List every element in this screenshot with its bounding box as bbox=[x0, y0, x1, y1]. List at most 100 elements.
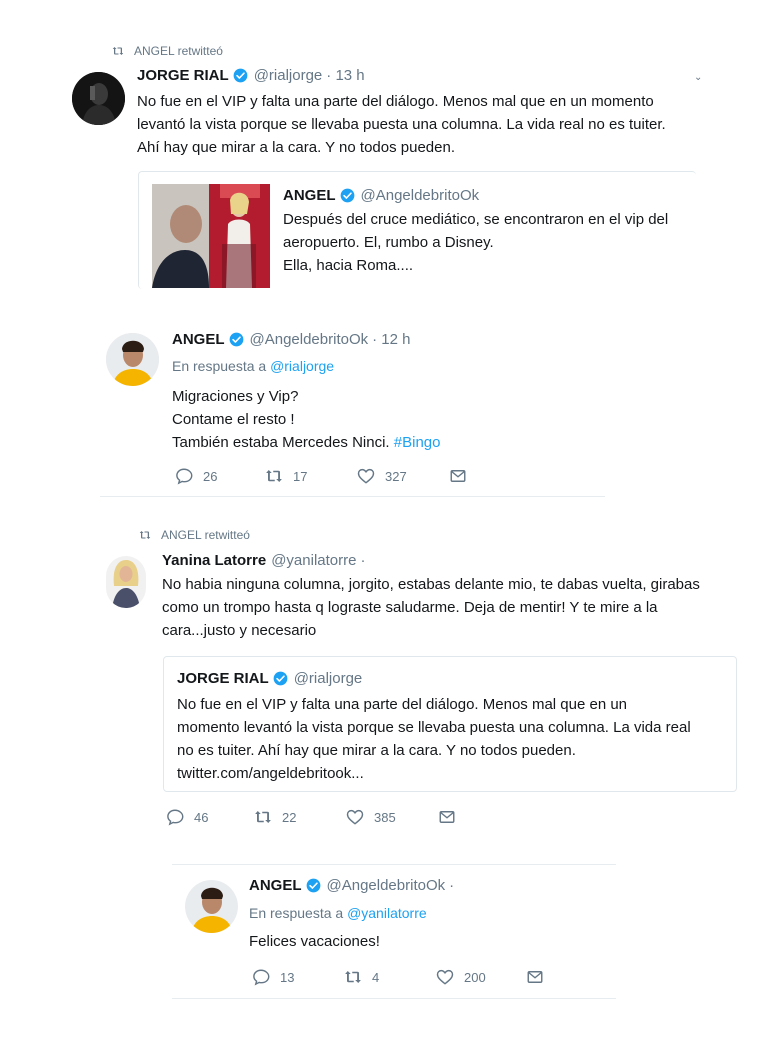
timestamp[interactable]: · 12 h bbox=[372, 331, 410, 348]
heart-icon bbox=[436, 968, 454, 986]
timestamp[interactable]: · 13 h bbox=[326, 67, 364, 84]
retweet-button[interactable]: 4 bbox=[344, 968, 436, 986]
quoted-author-name[interactable]: JORGE RIAL bbox=[177, 670, 269, 687]
quoted-tweet-card[interactable]: JORGE RIAL @rialjorge No fue en el VIP y… bbox=[163, 656, 737, 792]
quoted-tweet-card[interactable]: ANGEL @AngeldebritoOk Después del cruce … bbox=[138, 171, 696, 289]
text-line: no es tuiter. Ahí hay que mirar a la car… bbox=[177, 742, 576, 759]
retweet-context: ANGEL retwitteó bbox=[110, 44, 223, 58]
retweeted-by-label: ANGEL retwitteó bbox=[134, 44, 223, 58]
reply-handle-link[interactable]: @yanilatorre bbox=[347, 905, 427, 921]
tweet-header: ANGEL @AngeldebritoOk · bbox=[249, 877, 454, 894]
avatar-image bbox=[72, 72, 125, 125]
author-handle[interactable]: @yanilatorre bbox=[271, 552, 356, 569]
text-line: cara...justo y necesario bbox=[162, 622, 317, 639]
reply-context: En respuesta a @yanilatorre bbox=[249, 905, 427, 921]
like-count: 327 bbox=[385, 468, 407, 484]
avatar[interactable] bbox=[106, 556, 146, 608]
divider bbox=[100, 496, 605, 497]
text-line: Ahí hay que mirar a la cara. Y no todos … bbox=[137, 139, 455, 156]
reply-prefix: En respuesta a bbox=[172, 358, 267, 374]
direct-message-button[interactable] bbox=[526, 968, 544, 986]
retweet-count: 17 bbox=[293, 468, 308, 484]
quoted-text: No fue en el VIP y falta una parte del d… bbox=[177, 693, 727, 785]
quoted-author-handle[interactable]: @AngeldebritoOk bbox=[361, 187, 480, 204]
tweet-header: ANGEL @AngeldebritoOk · 12 h bbox=[172, 331, 410, 348]
text-line: No fue en el VIP y falta una parte del d… bbox=[177, 696, 628, 713]
avatar[interactable] bbox=[106, 333, 159, 386]
quoted-link-text[interactable]: twitter.com/angeldebritook... bbox=[177, 762, 727, 785]
mail-icon bbox=[438, 808, 456, 826]
like-button[interactable]: 327 bbox=[357, 467, 449, 485]
hashtag-link[interactable]: #Bingo bbox=[394, 434, 441, 451]
tweet-actions: 46 22 385 bbox=[166, 808, 456, 826]
text-line: como un trompo hasta q lograste saludarm… bbox=[162, 599, 658, 616]
retweet-icon bbox=[110, 45, 126, 57]
retweet-count: 22 bbox=[282, 809, 297, 825]
divider bbox=[172, 998, 616, 999]
reply-count: 13 bbox=[280, 969, 295, 985]
text-line: Ella, hacia Roma.... bbox=[283, 257, 414, 274]
timestamp[interactable]: · bbox=[360, 552, 365, 569]
tweet-text: No habia ninguna columna, jorgito, estab… bbox=[162, 573, 752, 642]
tweet-actions: 26 17 327 bbox=[175, 467, 467, 485]
quoted-text: Después del cruce mediático, se encontra… bbox=[283, 208, 688, 277]
tweet-actions: 13 4 200 bbox=[252, 968, 544, 986]
avatar[interactable] bbox=[72, 72, 125, 125]
direct-message-button[interactable] bbox=[449, 467, 467, 485]
reply-prefix: En respuesta a bbox=[249, 905, 344, 921]
chevron-down-icon[interactable]: ⌄ bbox=[694, 72, 702, 83]
mail-icon bbox=[449, 467, 467, 485]
text-line: momento levantó la vista porque se lleva… bbox=[177, 719, 691, 736]
like-count: 385 bbox=[374, 809, 396, 825]
reply-icon bbox=[175, 467, 193, 485]
retweet-icon bbox=[265, 467, 283, 485]
verified-badge-icon bbox=[273, 671, 288, 686]
author-handle[interactable]: @AngeldebritoOk bbox=[250, 331, 369, 348]
author-name[interactable]: Yanina Latorre bbox=[162, 552, 266, 569]
text-line: Contame el resto ! bbox=[172, 411, 295, 428]
verified-badge-icon bbox=[340, 188, 355, 203]
like-button[interactable]: 200 bbox=[436, 968, 526, 986]
timestamp[interactable]: · bbox=[449, 877, 454, 894]
quoted-author-name[interactable]: ANGEL bbox=[283, 187, 336, 204]
avatar-image bbox=[106, 556, 146, 608]
reply-button[interactable]: 13 bbox=[252, 968, 344, 986]
quoted-header: JORGE RIAL @rialjorge bbox=[177, 670, 362, 687]
reply-button[interactable]: 26 bbox=[175, 467, 265, 485]
retweet-icon bbox=[344, 968, 362, 986]
tweet-text: Felices vacaciones! bbox=[249, 933, 380, 950]
tweet-text: No fue en el VIP y falta una parte del d… bbox=[137, 90, 707, 159]
reply-count: 26 bbox=[203, 468, 218, 484]
verified-badge-icon bbox=[229, 332, 244, 347]
like-button[interactable]: 385 bbox=[346, 808, 438, 826]
retweeted-by-label: ANGEL retwitteó bbox=[161, 528, 250, 542]
text-line: aeropuerto. El, rumbo a Disney. bbox=[283, 234, 494, 251]
tweet-text: Migraciones y Vip? Contame el resto ! Ta… bbox=[172, 385, 592, 454]
reply-context: En respuesta a @rialjorge bbox=[172, 358, 334, 374]
author-name[interactable]: JORGE RIAL bbox=[137, 67, 229, 84]
retweet-icon bbox=[137, 529, 153, 541]
text-line: Migraciones y Vip? bbox=[172, 388, 299, 405]
reply-icon bbox=[252, 968, 270, 986]
avatar-image bbox=[106, 333, 159, 386]
text-line: levantó la vista porque se llevaba puest… bbox=[137, 116, 666, 133]
text-line: No habia ninguna columna, jorgito, estab… bbox=[162, 576, 700, 593]
reply-icon bbox=[166, 808, 184, 826]
reply-handle-link[interactable]: @rialjorge bbox=[270, 358, 334, 374]
reply-button[interactable]: 46 bbox=[166, 808, 254, 826]
retweet-icon bbox=[254, 808, 272, 826]
quoted-media-thumbnail[interactable] bbox=[152, 184, 270, 288]
like-count: 200 bbox=[464, 969, 486, 985]
direct-message-button[interactable] bbox=[438, 808, 456, 826]
author-handle[interactable]: @rialjorge bbox=[254, 67, 323, 84]
retweet-button[interactable]: 22 bbox=[254, 808, 346, 826]
avatar[interactable] bbox=[185, 880, 238, 933]
author-handle[interactable]: @AngeldebritoOk bbox=[327, 877, 446, 894]
retweet-button[interactable]: 17 bbox=[265, 467, 357, 485]
quoted-author-handle[interactable]: @rialjorge bbox=[294, 670, 363, 687]
author-name[interactable]: ANGEL bbox=[172, 331, 225, 348]
mail-icon bbox=[526, 968, 544, 986]
heart-icon bbox=[357, 467, 375, 485]
quoted-header: ANGEL @AngeldebritoOk bbox=[283, 187, 479, 204]
author-name[interactable]: ANGEL bbox=[249, 877, 302, 894]
